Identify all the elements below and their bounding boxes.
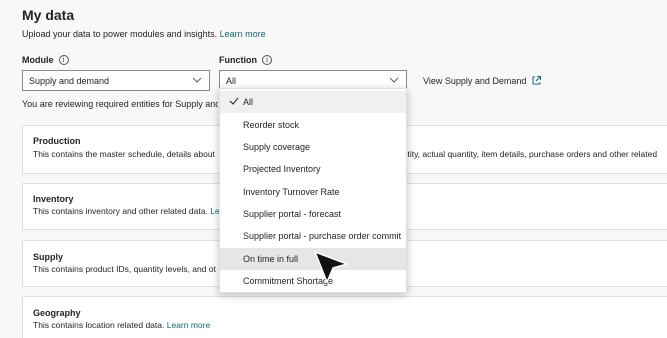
module-label-text: Module [22,55,54,65]
card-description: This contains product IDs, quantity leve… [33,264,216,274]
option-projected-inventory[interactable]: Projected Inventory [220,158,406,180]
learn-more-link[interactable]: Learn more [167,320,210,330]
option-supplier-portal-po-commit[interactable]: Supplier portal - purchase order commit [220,225,406,247]
view-link-text: View Supply and Demand [423,75,527,86]
module-select[interactable]: Supply and demand [22,70,210,91]
learn-more-link[interactable]: Learn more [220,29,266,39]
module-label: Module i [22,55,69,65]
checkmark-icon [229,97,239,105]
view-supply-demand-link[interactable]: View Supply and Demand [423,75,542,86]
option-label: Inventory Turnover Rate [243,187,340,197]
option-label: Supplier portal - purchase order commit [243,231,402,241]
info-icon[interactable]: i [262,55,272,65]
card-description-text: This contains location related data. [33,320,165,330]
card-description: This contains inventory and other relate… [33,206,220,216]
chevron-down-icon [389,77,399,83]
mouse-pointer-icon [314,251,348,283]
option-label: Supplier portal - forecast [243,209,342,219]
card-description-continued: antity, actual quantity, item details, p… [398,149,658,159]
function-select-value: All [226,76,237,86]
entity-card-geography[interactable]: Geography This contains location related… [22,296,667,338]
option-label: All [243,97,254,107]
card-title: Supply [33,252,64,262]
module-select-value: Supply and demand [29,76,110,86]
option-inventory-turnover-rate[interactable]: Inventory Turnover Rate [220,181,406,203]
my-data-page: My data Upload your data to power module… [0,0,667,338]
card-title: Inventory [33,194,74,204]
page-title: My data [22,7,75,23]
option-label: Projected Inventory [243,164,321,174]
card-title: Production [33,136,81,146]
subtitle-text: Upload your data to power modules and in… [22,29,218,39]
info-icon[interactable]: i [58,55,69,65]
chevron-down-icon [192,77,202,83]
option-all[interactable]: All [220,91,406,113]
card-description: This contains location related data. Lea… [33,320,210,330]
page-subtitle: Upload your data to power modules and in… [22,29,266,39]
option-supplier-portal-forecast[interactable]: Supplier portal - forecast [220,203,406,225]
option-label: Reorder stock [243,120,300,130]
review-text: You are reviewing required entities for … [22,99,218,109]
card-description-text: This contains inventory and other relate… [33,206,208,216]
card-description: This contains the master schedule, detai… [33,149,215,159]
option-supply-coverage[interactable]: Supply coverage [220,136,406,158]
function-label: Function i [219,55,272,65]
option-label: On time in full [243,254,299,264]
option-label: Supply coverage [243,142,311,152]
option-reorder-stock[interactable]: Reorder stock [220,114,406,136]
function-label-text: Function [219,55,257,65]
external-link-icon [532,76,542,85]
card-title: Geography [33,308,81,318]
